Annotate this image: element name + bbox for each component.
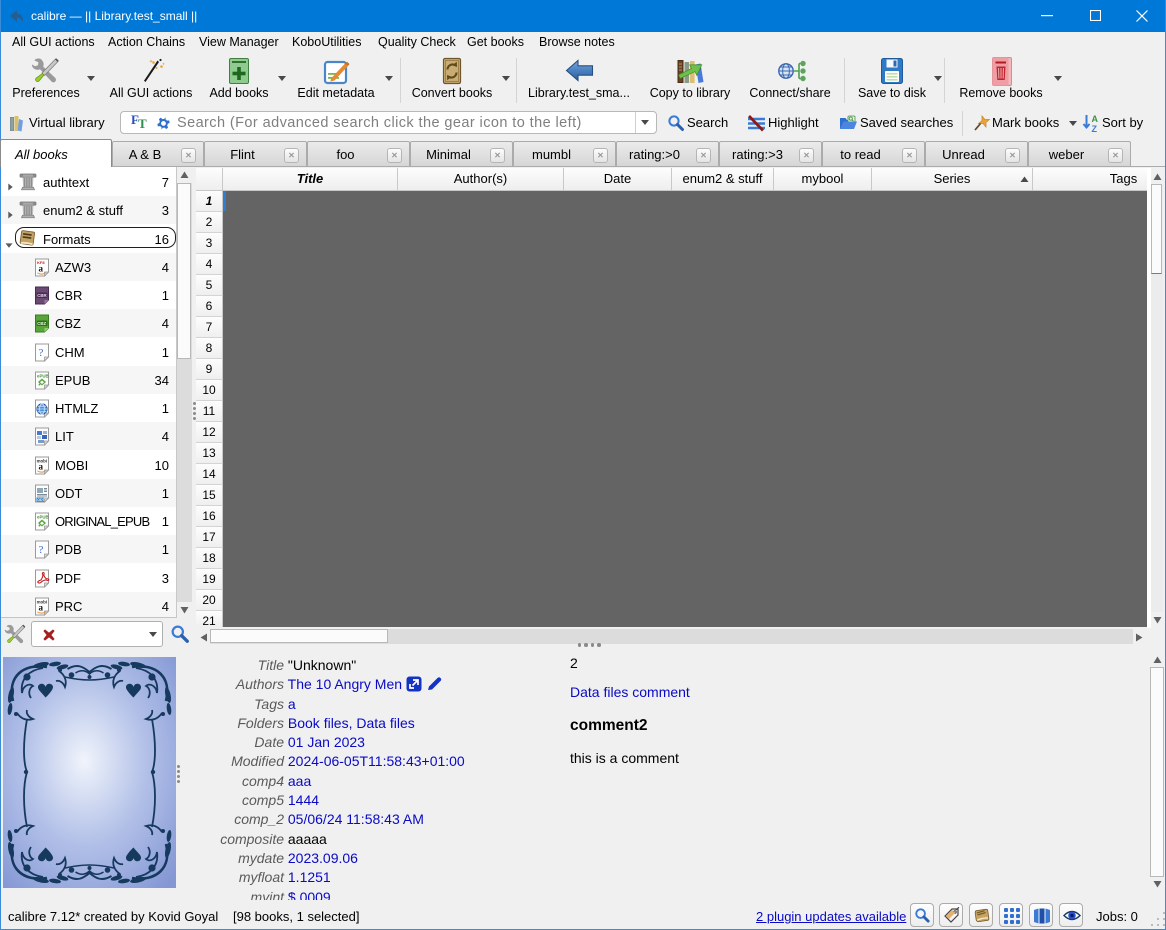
svg-text:a: a bbox=[39, 263, 44, 273]
svg-text:?: ? bbox=[39, 544, 44, 556]
svg-text:CBZ: CBZ bbox=[37, 321, 46, 326]
svg-text:CBR: CBR bbox=[37, 293, 47, 298]
svg-text:ePUB: ePUB bbox=[37, 373, 49, 378]
svg-text:?: ? bbox=[39, 347, 44, 359]
svg-text:Z: Z bbox=[1092, 124, 1098, 133]
svg-text:ePUB: ePUB bbox=[37, 515, 49, 520]
svg-text:a: a bbox=[39, 461, 44, 471]
svg-text:a: a bbox=[39, 602, 44, 612]
svg-text:A: A bbox=[1092, 114, 1099, 124]
svg-text:ODT: ODT bbox=[37, 498, 45, 502]
